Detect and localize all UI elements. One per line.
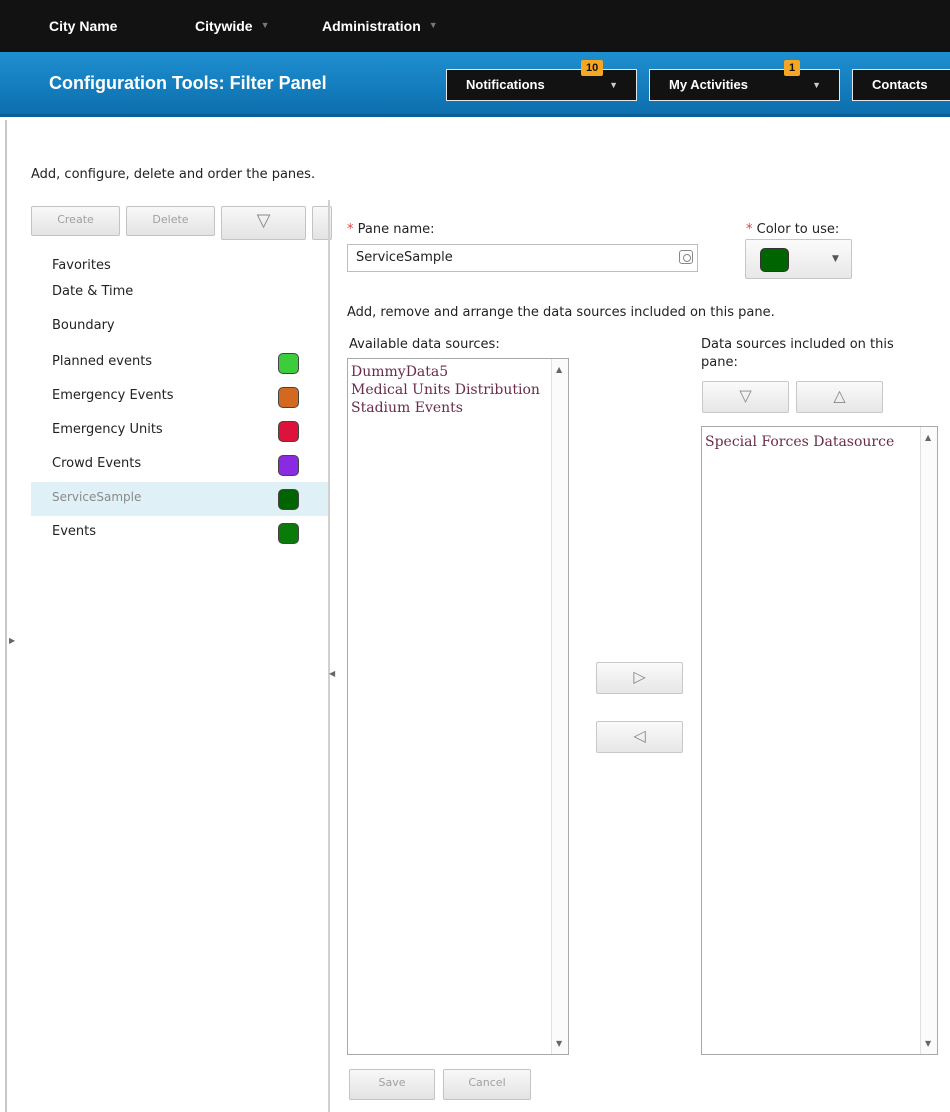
pane-item-label: Emergency Units [52,422,163,437]
selected-color-swatch [760,248,789,272]
list-item[interactable]: Medical Units Distribution [348,381,568,399]
pane-name-input[interactable]: ServiceSample [347,244,698,272]
remove-arrow-icon: ◁ [633,726,646,745]
pane-item-events[interactable]: Events [31,516,329,550]
scrollbar[interactable]: ▲ ▼ [920,427,937,1054]
top-nav-bar: City Name Citywide ▼ Administration ▼ [0,0,950,52]
pane-item-favorites[interactable]: Favorites [31,250,329,284]
sources-instruction: Add, remove and arrange the data sources… [347,305,775,320]
scroll-down-icon[interactable]: ▼ [925,1039,931,1048]
scroll-down-icon[interactable]: ▼ [556,1039,562,1048]
pane-item-label: Planned events [52,354,153,369]
required-marker: * [746,222,753,237]
pane-item-planned-events[interactable]: Planned events [31,346,329,380]
pane-name-label: * Pane name: [347,222,434,237]
scroll-up-icon[interactable]: ▲ [925,433,931,442]
pane-item-boundary[interactable]: Boundary [31,315,329,346]
pane-item-label: Date & Time [52,284,134,299]
pane-item-date-time[interactable]: Date & Time [31,284,329,315]
included-sources-list[interactable]: Special Forces Datasource ▲ ▼ [701,426,938,1055]
notifications-label: Notifications [466,77,545,92]
scroll-up-icon[interactable]: ▲ [556,365,562,374]
my-activities-label: My Activities [669,77,748,92]
page-title: Configuration Tools: Filter Panel [49,73,327,93]
pane-color-swatch [278,523,299,544]
pane-color-swatch [278,353,299,374]
move-source-down-button[interactable]: ▽ [702,381,789,413]
pane-color-swatch [278,421,299,442]
pane-item-label: ServiceSample [52,490,142,504]
list-item[interactable]: DummyData5 [348,363,568,381]
administration-menu-label: Administration [322,18,421,34]
citywide-menu[interactable]: Citywide ▼ [195,18,270,34]
clear-field-icon[interactable] [679,250,693,264]
intro-text: Add, configure, delete and order the pan… [31,167,316,182]
contacts-button[interactable]: Contacts [852,69,950,101]
cancel-button[interactable]: Cancel [443,1069,531,1100]
delete-button[interactable]: Delete [126,206,215,236]
citywide-menu-label: Citywide [195,18,253,34]
pane-color-swatch [278,455,299,476]
notifications-button[interactable]: 10 Notifications ▼ [446,60,637,101]
pane-item-emergency-events[interactable]: Emergency Events [31,380,329,414]
create-button[interactable]: Create [31,206,120,236]
pane-list: Favorites Date & Time Boundary Planned e… [31,250,329,550]
pane-name-label-text: Pane name: [357,222,435,237]
included-sources-label-line1: Data sources included on this [701,337,894,352]
save-button-label: Save [378,1076,406,1089]
pane-item-emergency-units[interactable]: Emergency Units [31,414,329,448]
notifications-count-badge: 10 [581,60,604,76]
save-button[interactable]: Save [349,1069,435,1100]
chevron-down-icon: ▼ [832,254,839,264]
pane-color-swatch [278,489,299,510]
pane-item-label: Favorites [52,258,111,273]
pane-color-swatch [278,387,299,408]
list-item[interactable]: Special Forces Datasource [702,433,937,451]
administration-menu[interactable]: Administration ▼ [322,18,438,34]
pane-item-crowd-events[interactable]: Crowd Events [31,448,329,482]
expand-left-arrow-icon[interactable]: ▶ [9,636,15,645]
included-sources-label-line2: pane: [701,355,738,370]
move-up-icon: △ [833,386,846,405]
add-source-button[interactable]: ▷ [596,662,683,694]
activities-count-badge: 1 [784,60,801,76]
required-marker: * [347,222,354,237]
panel-splitter[interactable] [328,200,330,1112]
move-source-up-button[interactable]: △ [796,381,883,413]
move-down-icon: ▽ [739,386,752,405]
page-left-border [5,120,7,1112]
pane-item-servicesample[interactable]: ServiceSample [31,482,329,516]
color-picker-dropdown[interactable]: ▼ [745,239,852,279]
create-button-label: Create [57,213,94,226]
pane-item-label: Events [52,524,97,539]
cancel-button-label: Cancel [468,1076,506,1089]
contacts-label: Contacts [872,77,928,92]
remove-source-button[interactable]: ◁ [596,721,683,753]
my-activities-button[interactable]: 1 My Activities ▼ [649,60,840,101]
chevron-down-icon: ▼ [260,20,270,30]
delete-button-label: Delete [152,213,189,226]
color-label-text: Color to use: [756,222,840,237]
chevron-down-icon: ▼ [609,80,618,90]
available-sources-label: Available data sources: [349,337,500,352]
chevron-down-icon: ▼ [812,80,821,90]
scrollbar[interactable]: ▲ ▼ [551,359,568,1054]
app-name[interactable]: City Name [49,18,117,34]
collapse-left-arrow-icon[interactable]: ◀ [329,669,335,678]
move-pane-down-button[interactable]: ▽ [221,206,306,240]
add-arrow-icon: ▷ [633,667,646,686]
available-sources-list[interactable]: DummyData5 Medical Units Distribution St… [347,358,569,1055]
move-down-icon: ▽ [256,210,271,231]
title-bar: Configuration Tools: Filter Panel 10 Not… [0,52,950,117]
list-item[interactable]: Stadium Events [348,399,568,417]
pane-item-label: Crowd Events [52,456,142,471]
color-label: * Color to use: [746,222,839,237]
pane-item-label: Emergency Events [52,388,174,403]
chevron-down-icon: ▼ [428,20,438,30]
pane-item-label: Boundary [52,318,115,333]
